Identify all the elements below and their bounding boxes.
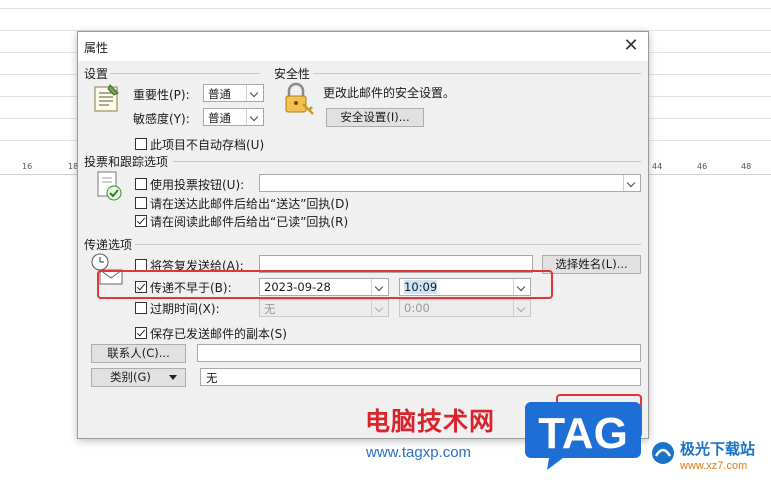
chevron-down-icon bbox=[246, 85, 263, 101]
lock-key-icon bbox=[285, 82, 314, 115]
categories-button-label: 类别(G) bbox=[110, 370, 151, 384]
ruler-tick: 44 bbox=[652, 162, 663, 171]
caret-down-icon bbox=[169, 375, 177, 380]
xz7-url: www.xz7.com bbox=[680, 460, 748, 472]
chevron-down-icon bbox=[371, 300, 388, 316]
save-copy-label: 保存已发送邮件的副本(S) bbox=[150, 327, 287, 341]
no-autoarchive-label: 此项目不自动存档(U) bbox=[150, 138, 265, 152]
ruler-tick: 16 bbox=[22, 162, 33, 171]
watermark-site-url: www.tagxp.com bbox=[366, 444, 472, 461]
section-divider bbox=[135, 244, 641, 245]
delivery-section-label: 传递选项 bbox=[84, 238, 133, 252]
document-settings-icon bbox=[94, 84, 119, 112]
expires-label: 过期时间(X): bbox=[150, 302, 220, 316]
watermark-site-name: 电脑技术网 bbox=[365, 407, 496, 436]
save-copy-checkbox[interactable] bbox=[135, 327, 147, 339]
voting-receipt-icon bbox=[97, 171, 122, 201]
read-receipt-label: 请在阅读此邮件后给出“已读”回执(R) bbox=[150, 215, 349, 229]
importance-value: 普通 bbox=[208, 87, 231, 101]
chevron-down-icon bbox=[246, 109, 263, 125]
close-icon[interactable]: ✕ bbox=[620, 35, 642, 57]
svg-text:TAG: TAG bbox=[538, 409, 628, 458]
sensitivity-value: 普通 bbox=[208, 111, 231, 125]
importance-label: 重要性(P): bbox=[133, 88, 190, 102]
section-divider bbox=[173, 161, 641, 162]
security-section-label: 安全性 bbox=[274, 67, 311, 81]
settings-section-label: 设置 bbox=[84, 67, 109, 81]
aurora-logo-icon bbox=[652, 442, 674, 464]
expires-date-select[interactable]: 无 bbox=[259, 299, 389, 317]
dialog-titlebar: 属性 ✕ bbox=[78, 32, 648, 61]
tag-logo: TAG bbox=[525, 402, 641, 470]
select-names-button[interactable]: 选择姓名(L)... bbox=[542, 255, 641, 274]
security-description: 更改此邮件的安全设置。 bbox=[323, 86, 456, 100]
section-divider bbox=[110, 73, 260, 74]
section-divider bbox=[313, 73, 641, 74]
use-voting-checkbox[interactable] bbox=[135, 178, 147, 190]
xz7-name: 极光下载站 bbox=[680, 440, 756, 458]
delivery-receipt-checkbox[interactable] bbox=[135, 197, 147, 209]
contacts-input[interactable] bbox=[197, 344, 641, 362]
security-settings-button[interactable]: 安全设置(I)... bbox=[326, 108, 424, 127]
highlight-box-delivery-time bbox=[97, 270, 553, 299]
importance-select[interactable]: 普通 bbox=[203, 84, 264, 102]
chevron-down-icon bbox=[513, 300, 530, 316]
ruler-tick: 46 bbox=[697, 162, 708, 171]
categories-input[interactable]: 无 bbox=[200, 368, 641, 386]
contacts-button[interactable]: 联系人(C)... bbox=[91, 344, 186, 363]
expires-time-select[interactable]: 0:00 bbox=[399, 299, 531, 317]
sensitivity-label: 敏感度(Y): bbox=[133, 112, 190, 126]
categories-button[interactable]: 类别(G) bbox=[91, 368, 186, 387]
categories-value: 无 bbox=[206, 371, 218, 385]
expires-time-value: 0:00 bbox=[404, 301, 430, 315]
no-autoarchive-checkbox[interactable] bbox=[135, 138, 147, 150]
bg-divider bbox=[0, 8, 771, 9]
properties-dialog: 属性 ✕ 设置 重要性(P): 普通 敏感度(Y): 普通 此项目不自动存档(U… bbox=[77, 31, 649, 439]
dialog-title: 属性 bbox=[84, 41, 109, 55]
xz7-logo: 极光下载站 www.xz7.com bbox=[650, 436, 768, 480]
delivery-receipt-label: 请在送达此邮件后给出“送达”回执(D) bbox=[150, 197, 350, 211]
sensitivity-select[interactable]: 普通 bbox=[203, 108, 264, 126]
voting-buttons-select[interactable] bbox=[259, 174, 641, 192]
chevron-down-icon bbox=[623, 175, 640, 191]
use-voting-label: 使用投票按钮(U): bbox=[150, 178, 245, 192]
read-receipt-checkbox[interactable] bbox=[135, 215, 147, 227]
ruler-tick: 48 bbox=[741, 162, 752, 171]
expires-checkbox[interactable] bbox=[135, 302, 147, 314]
expires-date-value: 无 bbox=[264, 302, 276, 316]
voting-section-label: 投票和跟踪选项 bbox=[84, 155, 169, 169]
